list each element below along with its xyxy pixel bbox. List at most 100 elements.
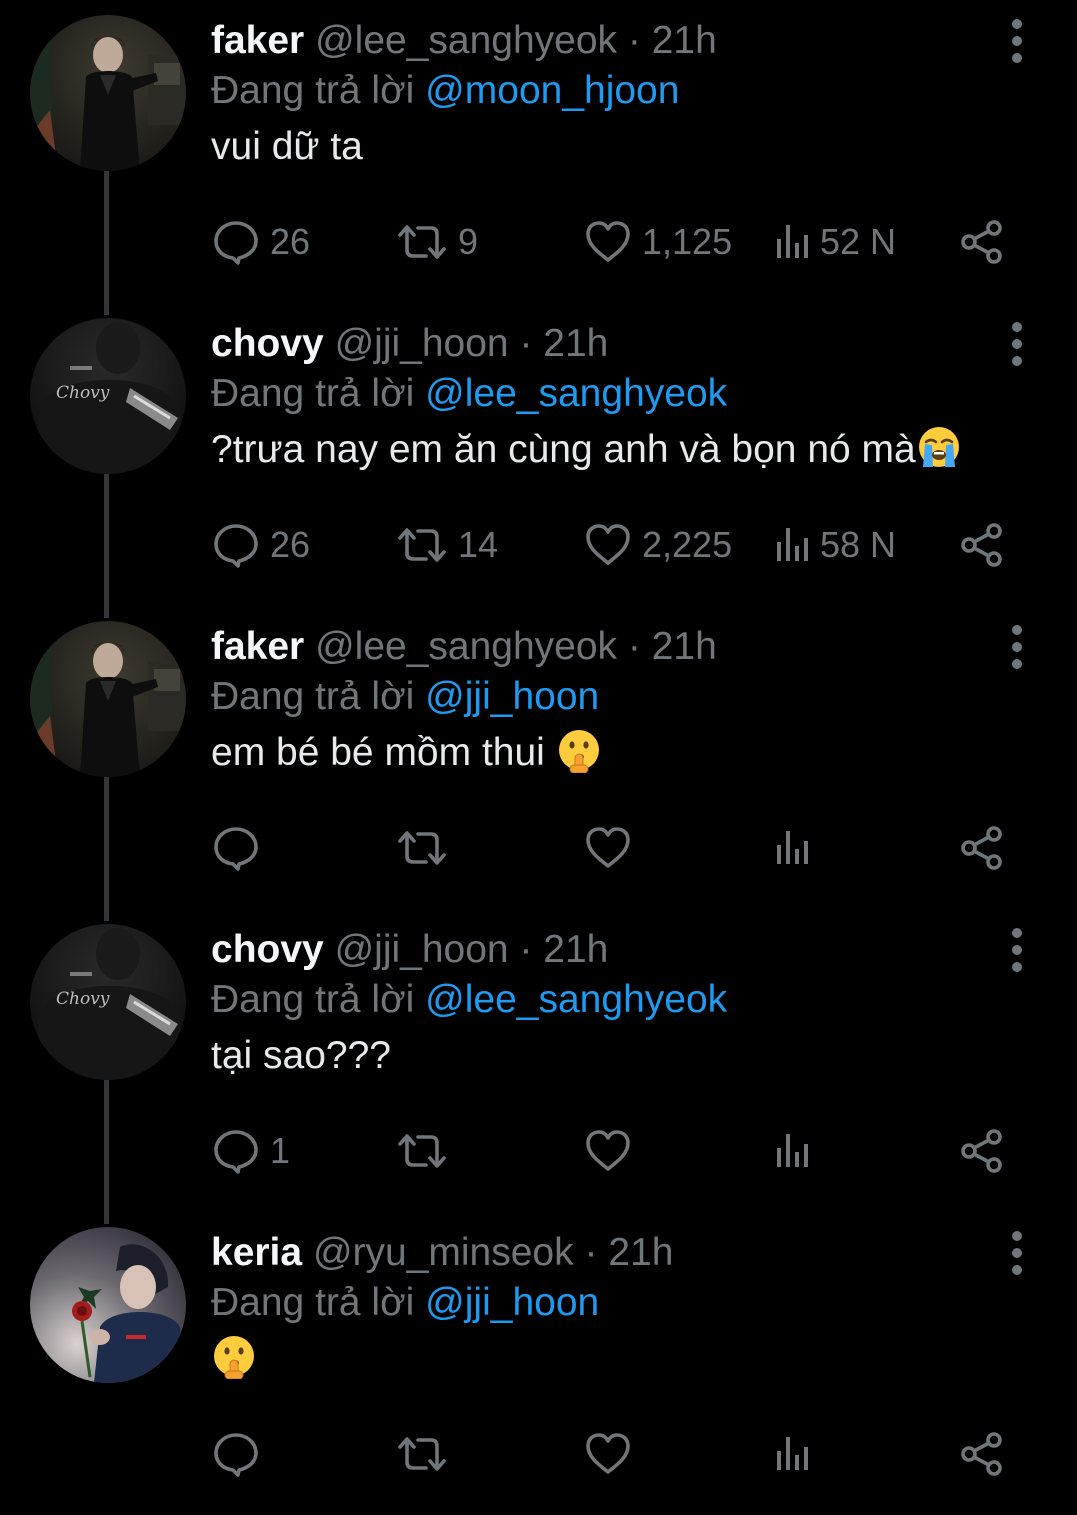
replying-to-mention[interactable]: @lee_sanghyeok	[425, 372, 727, 415]
timestamp[interactable]: 21h	[543, 928, 608, 971]
timestamp[interactable]: 21h	[652, 19, 717, 62]
views-chart-icon	[772, 1127, 816, 1175]
replying-to-line: Đang trả lời @lee_sanghyeok	[211, 975, 727, 1025]
views-button[interactable]: 58 N	[772, 503, 896, 587]
views-button[interactable]	[772, 1412, 820, 1496]
replying-to-line: Đang trả lời @jji_hoon	[211, 1278, 599, 1328]
share-icon	[958, 521, 1006, 569]
avatar[interactable]: Chovy	[30, 318, 186, 474]
more-options-icon[interactable]	[1000, 321, 1034, 367]
tweet-1[interactable]: faker @lee_sanghyeok · 21h Đang trả lời …	[0, 0, 1077, 315]
retweet-count: 9	[458, 221, 479, 262]
timestamp[interactable]: 21h	[652, 625, 717, 668]
separator-dot: ·	[627, 625, 641, 668]
views-button[interactable]	[772, 1109, 820, 1193]
tweet-header: keria @ryu_minseok · 21h	[211, 1228, 673, 1278]
retweet-button[interactable]: 9	[396, 200, 478, 284]
like-button[interactable]: 1,125	[584, 200, 732, 284]
tweet-3[interactable]: faker @lee_sanghyeok · 21h Đang trả lời …	[0, 606, 1077, 921]
display-name[interactable]: faker	[211, 19, 304, 62]
more-options-icon[interactable]	[1000, 1230, 1034, 1276]
reply-icon	[212, 824, 260, 872]
replying-to-mention[interactable]: @jji_hoon	[425, 675, 599, 718]
svg-text:Chovy: Chovy	[56, 989, 110, 1009]
reply-count: 26	[270, 524, 311, 565]
avatar[interactable]	[30, 1227, 186, 1383]
tweet-text: em bé bé mồm thui	[211, 723, 602, 783]
like-count: 2,225	[642, 524, 733, 565]
tweet-text: ?trưa nay em ăn cùng anh và bọn nó mà	[211, 420, 962, 480]
user-handle[interactable]: @jji_hoon	[335, 322, 509, 365]
views-chart-icon	[772, 218, 816, 266]
separator-dot: ·	[584, 1231, 598, 1274]
reply-icon	[212, 1127, 260, 1175]
replying-to-mention[interactable]: @lee_sanghyeok	[425, 978, 727, 1021]
like-button[interactable]: 2,225	[584, 503, 732, 587]
replying-to-label: Đang trả lời	[211, 372, 415, 415]
reply-button[interactable]	[212, 1412, 270, 1496]
user-handle[interactable]: @lee_sanghyeok	[315, 625, 617, 668]
replying-to-mention[interactable]: @moon_hjoon	[425, 69, 679, 112]
replying-to-label: Đang trả lời	[211, 69, 415, 112]
loudly-crying-face-emoji	[916, 424, 962, 470]
like-button[interactable]	[584, 1412, 642, 1496]
share-button[interactable]	[958, 806, 1006, 890]
user-handle[interactable]: @lee_sanghyeok	[315, 19, 617, 62]
tweet-header: chovy @jji_hoon · 21h	[211, 319, 608, 369]
views-button[interactable]: 52 N	[772, 200, 896, 284]
tweet-2[interactable]: Chovy chovy @jji_hoon · 21h Đang trả lời…	[0, 303, 1077, 618]
tweet-header: chovy @jji_hoon · 21h	[211, 925, 608, 975]
like-count: 1,125	[642, 221, 733, 262]
like-button[interactable]	[584, 806, 642, 890]
more-options-icon[interactable]	[1000, 927, 1034, 973]
tweet-5[interactable]: keria @ryu_minseok · 21h Đang trả lời @j…	[0, 1212, 1077, 1515]
display-name[interactable]: keria	[211, 1231, 302, 1274]
share-icon	[958, 1430, 1006, 1478]
views-count: 58 N	[820, 524, 897, 565]
share-button[interactable]	[958, 1109, 1006, 1193]
user-handle[interactable]: @ryu_minseok	[313, 1231, 574, 1274]
views-button[interactable]	[772, 806, 820, 890]
action-bar	[0, 806, 1077, 890]
display-name[interactable]: chovy	[211, 928, 324, 971]
tweet-header: faker @lee_sanghyeok · 21h	[211, 16, 717, 66]
share-icon	[958, 1127, 1006, 1175]
user-handle[interactable]: @jji_hoon	[335, 928, 509, 971]
retweet-icon	[396, 1430, 448, 1478]
share-icon	[958, 218, 1006, 266]
share-button[interactable]	[958, 200, 1006, 284]
avatar[interactable]: Chovy	[30, 924, 186, 1080]
retweet-button[interactable]: 14	[396, 503, 498, 587]
tweet-4[interactable]: Chovy chovy @jji_hoon · 21h Đang trả lời…	[0, 909, 1077, 1224]
share-button[interactable]	[958, 1412, 1006, 1496]
tweet-text: vui dữ ta	[211, 117, 363, 177]
reply-button[interactable]: 26	[212, 503, 310, 587]
like-button[interactable]	[584, 1109, 642, 1193]
reply-count: 1	[270, 1130, 291, 1171]
replying-to-line: Đang trả lời @moon_hjoon	[211, 66, 679, 116]
views-chart-icon	[772, 824, 816, 872]
action-bar: 1	[0, 1109, 1077, 1193]
shushing-face-emoji	[211, 1333, 257, 1380]
replying-to-line: Đang trả lời @lee_sanghyeok	[211, 369, 727, 419]
retweet-button[interactable]	[396, 806, 458, 890]
separator-dot: ·	[519, 322, 533, 365]
more-options-icon[interactable]	[1000, 624, 1034, 670]
timestamp[interactable]: 21h	[543, 322, 608, 365]
display-name[interactable]: chovy	[211, 322, 324, 365]
reply-button[interactable]: 1	[212, 1109, 290, 1193]
display-name[interactable]: faker	[211, 625, 304, 668]
retweet-button[interactable]	[396, 1109, 458, 1193]
replying-to-mention[interactable]: @jji_hoon	[425, 1281, 599, 1324]
retweet-button[interactable]	[396, 1412, 458, 1496]
reply-button[interactable]	[212, 806, 270, 890]
retweet-icon	[396, 218, 448, 266]
share-button[interactable]	[958, 503, 1006, 587]
more-options-icon[interactable]	[1000, 18, 1034, 64]
retweet-icon	[396, 1127, 448, 1175]
timestamp[interactable]: 21h	[608, 1231, 673, 1274]
avatar[interactable]	[30, 621, 186, 777]
reply-button[interactable]: 26	[212, 200, 310, 284]
reply-icon	[212, 1430, 260, 1478]
avatar[interactable]	[30, 15, 186, 171]
